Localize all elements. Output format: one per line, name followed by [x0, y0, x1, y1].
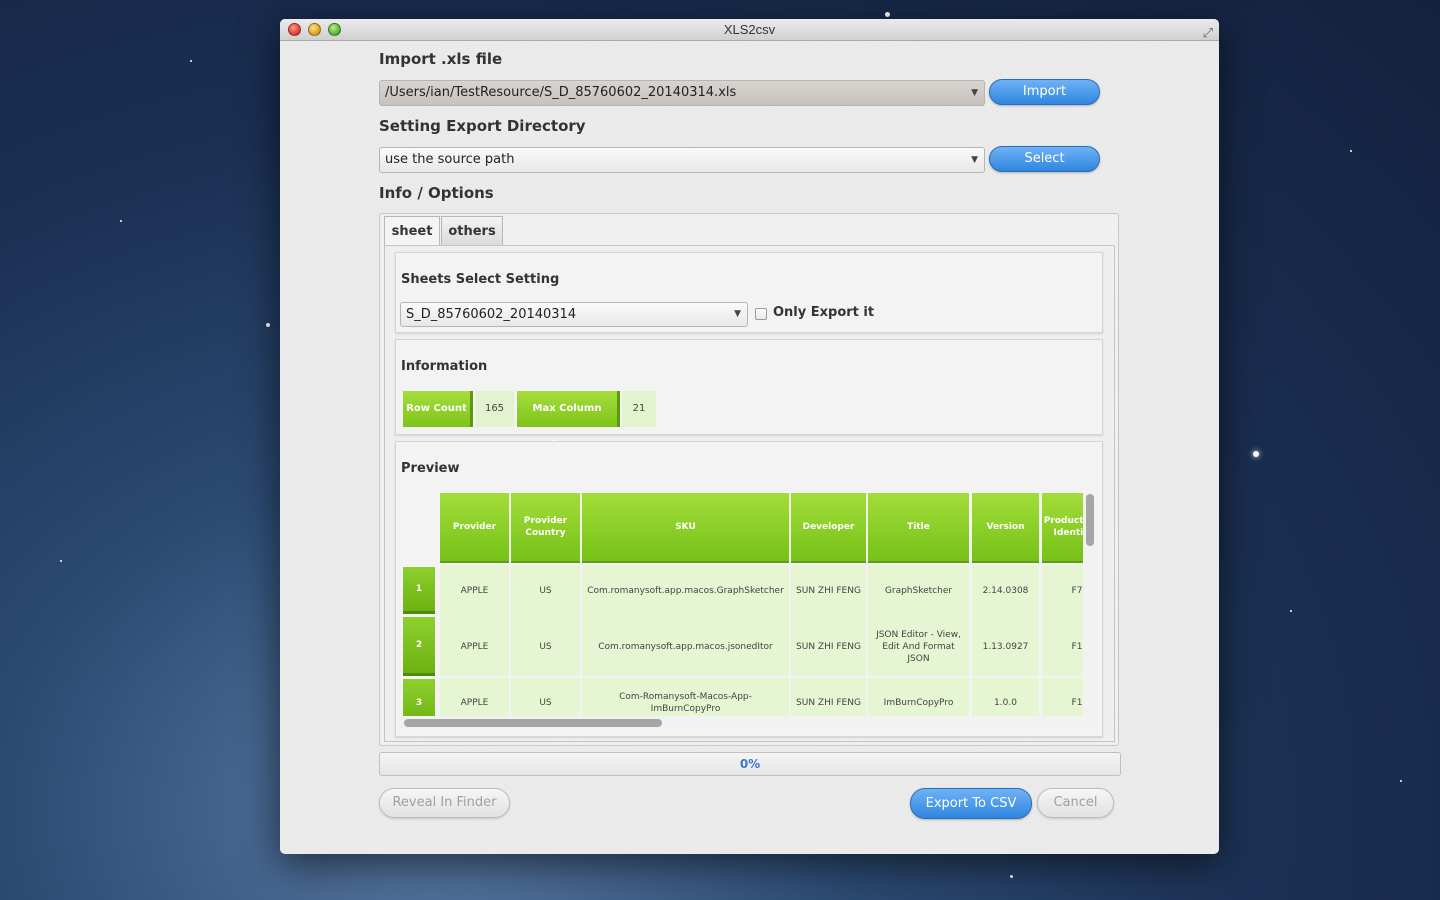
- header-provider-country[interactable]: Provider Country: [511, 493, 580, 563]
- table-cell[interactable]: SUN ZHI FENG: [791, 617, 866, 676]
- row-number[interactable]: 1: [403, 567, 435, 614]
- table-cell[interactable]: Com.romanysoft.app.macos.jsonedItor: [582, 617, 789, 676]
- star: [60, 560, 62, 562]
- progress-text: 0%: [739, 757, 761, 771]
- table-cell[interactable]: 1.0.0: [972, 678, 1039, 716]
- star: [190, 60, 192, 62]
- chevron-down-icon: ▼: [971, 88, 978, 98]
- table-cell[interactable]: 1.13.0927: [972, 617, 1039, 676]
- table-cell[interactable]: APPLE: [440, 617, 509, 676]
- row-count-value: 165: [475, 391, 514, 427]
- star: [120, 220, 122, 222]
- sheets-select-title: Sheets Select Setting: [401, 272, 560, 287]
- star: [1290, 610, 1292, 612]
- table-cell[interactable]: Com-Romanysoft-Macos-App-ImBurnCopyPro: [582, 678, 789, 716]
- sheet-select-combo[interactable]: S_D_85760602_20140314 ▼: [400, 302, 748, 327]
- reveal-in-finder-button[interactable]: Reveal In Finder: [379, 788, 510, 818]
- star: [1350, 150, 1352, 152]
- max-column-count-value: 21: [622, 391, 656, 427]
- close-window-button[interactable]: [288, 23, 301, 36]
- star: [885, 12, 890, 17]
- row-number[interactable]: 2: [403, 617, 435, 676]
- table-cell[interactable]: US: [511, 678, 580, 716]
- info-options-label: Info / Options: [379, 184, 494, 202]
- star: [266, 323, 270, 327]
- chevron-down-icon: ▼: [971, 155, 978, 165]
- tab-others[interactable]: others: [441, 216, 503, 245]
- table-cell[interactable]: F1: [1042, 617, 1083, 676]
- table-cell[interactable]: Com.romanysoft.app.macos.GraphSketcher: [582, 565, 789, 617]
- table-cell[interactable]: SUN ZHI FENG: [791, 565, 866, 617]
- table-cell[interactable]: APPLE: [440, 678, 509, 716]
- row-count-label: Row Count: [403, 391, 473, 427]
- preview-horizontal-scroll-thumb[interactable]: [404, 719, 662, 727]
- table-cell[interactable]: GraphSketcher: [868, 565, 969, 617]
- zoom-window-button[interactable]: [328, 23, 341, 36]
- export-directory-value: use the source path: [385, 152, 515, 167]
- header-provider[interactable]: Provider: [440, 493, 509, 563]
- minimize-window-button[interactable]: [308, 23, 321, 36]
- table-cell[interactable]: JSON Editor - View, Edit And Format JSON: [868, 617, 969, 676]
- import-section-label: Import .xls file: [379, 50, 503, 68]
- only-export-checkbox[interactable]: [755, 308, 767, 320]
- table-cell[interactable]: APPLE: [440, 565, 509, 617]
- file-path-value: /Users/ian/TestResource/S_D_85760602_201…: [385, 85, 737, 100]
- import-button[interactable]: Import: [989, 79, 1100, 105]
- preview-table[interactable]: Provider Provider Country SKU Developer …: [401, 491, 1083, 716]
- export-directory-combo[interactable]: use the source path ▼: [379, 147, 985, 173]
- header-version[interactable]: Version: [972, 493, 1039, 563]
- title-bar: XLS2csv ⤢: [280, 19, 1219, 41]
- information-title: Information: [401, 359, 488, 374]
- star: [1253, 451, 1259, 457]
- only-export-label: Only Export it: [773, 305, 875, 320]
- header-sku[interactable]: SKU: [582, 493, 789, 563]
- table-cell[interactable]: ImBurnCopyPro: [868, 678, 969, 716]
- star: [1400, 780, 1402, 782]
- star: [1010, 875, 1013, 878]
- table-cell[interactable]: US: [511, 565, 580, 617]
- selected-sheet-value: S_D_85760602_20140314: [406, 307, 577, 322]
- table-cell[interactable]: F7: [1042, 565, 1083, 617]
- table-cell[interactable]: 2.14.0308: [972, 565, 1039, 617]
- window-title: XLS2csv: [723, 22, 776, 37]
- tab-sheet[interactable]: sheet: [384, 216, 440, 245]
- preview-title: Preview: [401, 461, 460, 476]
- export-section-label: Setting Export Directory: [379, 117, 586, 135]
- header-developer[interactable]: Developer: [791, 493, 866, 563]
- export-to-csv-button[interactable]: Export To CSV: [910, 788, 1032, 819]
- table-cell[interactable]: US: [511, 617, 580, 676]
- progress-bar: 0%: [379, 752, 1121, 776]
- table-cell[interactable]: F1: [1042, 678, 1083, 716]
- chevron-down-icon: ▼: [734, 309, 741, 319]
- cancel-button[interactable]: Cancel: [1037, 788, 1114, 818]
- select-button[interactable]: Select: [989, 146, 1100, 172]
- file-path-combo[interactable]: /Users/ian/TestResource/S_D_85760602_201…: [379, 80, 985, 106]
- preview-vertical-scroll-thumb[interactable]: [1086, 494, 1094, 546]
- table-cell[interactable]: SUN ZHI FENG: [791, 678, 866, 716]
- header-title[interactable]: Title: [868, 493, 969, 563]
- max-column-count-label: Max Column Count: [517, 391, 620, 450]
- row-number[interactable]: 3: [403, 679, 435, 716]
- header-product-type-identifier[interactable]: Product Type Identifier: [1042, 493, 1083, 563]
- fullscreen-icon[interactable]: ⤢: [1203, 22, 1213, 44]
